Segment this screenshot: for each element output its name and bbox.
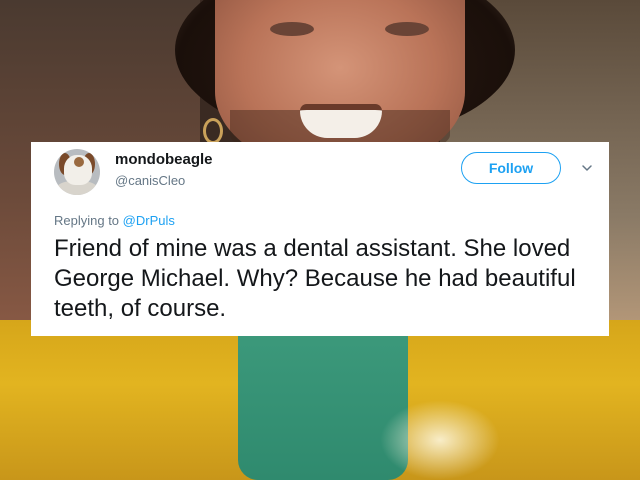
photo-eye-left [270,22,314,36]
chevron-down-icon[interactable] [581,162,593,174]
replying-to: Replying to @DrPuls [54,213,175,228]
photo-glare [380,400,500,480]
avatar-dog-patch [74,157,84,167]
tweet-text: Friend of mine was a dental assistant. S… [54,235,576,322]
photo-earring [203,118,223,144]
photo-smile [300,104,382,138]
tweet-card: mondobeagle @canisCleo Follow Replying t… [31,142,609,336]
avatar[interactable] [54,149,100,195]
follow-button[interactable]: Follow [461,152,561,184]
replying-to-mention[interactable]: @DrPuls [123,213,175,228]
photo-eye-right [385,22,429,36]
display-name[interactable]: mondobeagle [115,151,213,168]
user-handle[interactable]: @canisCleo [115,173,185,188]
replying-to-label: Replying to [54,213,123,228]
